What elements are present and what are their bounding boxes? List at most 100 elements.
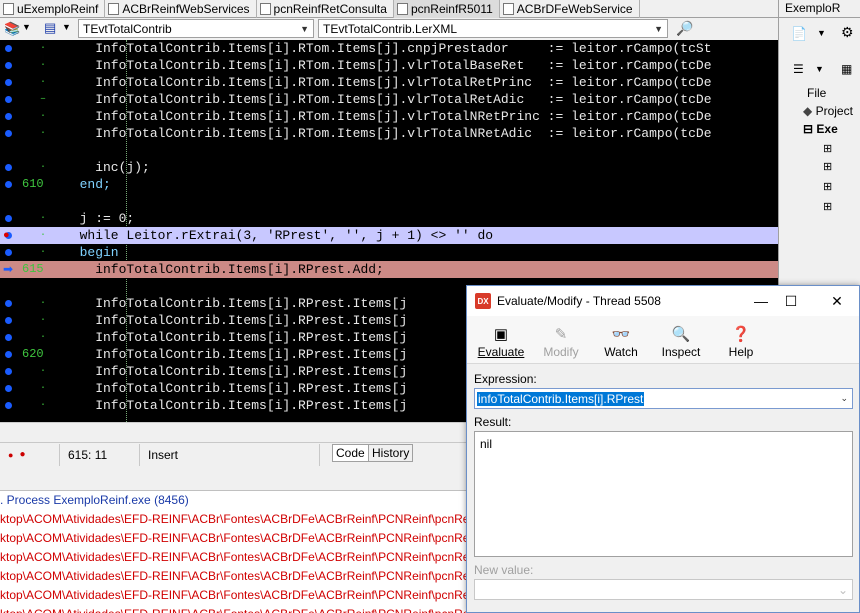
tree-node[interactable]: ⊞ (823, 142, 832, 155)
search-icon[interactable]: 🔎 (676, 20, 694, 38)
message-line[interactable]: ktop\ACOM\Atividades\EFD-REINF\ACBr\Font… (0, 510, 468, 529)
tab-acbrdfewebservice[interactable]: ACBrDFeWebService (500, 0, 640, 18)
line-marker-dot[interactable] (5, 334, 12, 341)
code-text: InfoTotalContrib.Items[i].RTom.Items[j].… (64, 58, 712, 73)
code-line[interactable]: · inc(j); (0, 159, 778, 176)
code-line[interactable]: 615 infoTotalContrib.Items[i].RPrest.Add… (0, 261, 778, 278)
tab-pcnreinfr5011[interactable]: pcnReinfR5011 (393, 0, 500, 18)
dialog-titlebar[interactable]: DX Evaluate/Modify - Thread 5508 — ☐ ✕ (467, 286, 859, 316)
modify-button[interactable]: ✎ Modify (531, 318, 591, 362)
tree-item-exe[interactable]: ⊟ Exe (803, 122, 838, 136)
code-line[interactable]: · j := 0; (0, 210, 778, 227)
code-line[interactable]: · while Leitor.rExtrai(3, 'RPrest', '', … (0, 227, 778, 244)
code-line[interactable] (0, 193, 778, 210)
code-text: InfoTotalContrib.Items[i].RTom.Items[j].… (64, 41, 712, 56)
tab-history[interactable]: History (368, 444, 414, 462)
code-line[interactable]: · InfoTotalContrib.Items[i].RTom.Items[j… (0, 125, 778, 142)
tab-uexemploreinf[interactable]: uExemploReinf (0, 0, 106, 18)
line-marker-dot[interactable] (5, 317, 12, 324)
tab-acbrreinfwebservices[interactable]: ACBrReinfWebServices (105, 0, 257, 18)
code-text: InfoTotalContrib.Items[i].RTom.Items[j].… (64, 75, 712, 90)
magnifier-icon: 🔍 (671, 325, 691, 343)
breakpoint-icon[interactable]: ● (3, 229, 10, 241)
line-marker-dot[interactable] (5, 402, 12, 409)
line-marker-dot[interactable] (5, 249, 12, 256)
line-marker-dot[interactable] (5, 368, 12, 375)
chevron-down-icon[interactable]: ⌄ (840, 393, 848, 404)
message-line[interactable]: ktop\ACOM\Atividades\EFD-REINF\ACBr\Font… (0, 586, 468, 605)
tree-item-project[interactable]: ◆ Project (803, 104, 853, 118)
chevron-down-icon: ⌄ (837, 582, 848, 597)
code-line[interactable]: · InfoTotalContrib.Items[i].RTom.Items[j… (0, 40, 778, 57)
line-marker-dot[interactable] (5, 45, 12, 52)
tree-node[interactable]: ⊞ (823, 180, 832, 193)
line-marker-dot[interactable] (5, 351, 12, 358)
line-marker-dot[interactable] (5, 181, 12, 188)
file-label: File (807, 86, 827, 100)
line-gutter-mark: – (40, 94, 47, 105)
help-button[interactable]: ❓ Help (711, 318, 771, 362)
new-file-icon[interactable]: 📄 (791, 26, 807, 42)
tree-node[interactable]: ⊞ (823, 200, 832, 213)
code-line[interactable] (0, 142, 778, 159)
chevron-down-icon[interactable]: ▼ (817, 28, 826, 38)
code-line[interactable]: – InfoTotalContrib.Items[i].RTom.Items[j… (0, 91, 778, 108)
tree-node[interactable]: ⊞ (823, 160, 832, 173)
unit-file-icon (396, 3, 408, 15)
code-line[interactable]: · InfoTotalContrib.Items[i].RTom.Items[j… (0, 57, 778, 74)
message-line[interactable]: . Process ExemploReinf.exe (8456) (0, 491, 468, 510)
stop-icon[interactable]: ● (8, 450, 13, 460)
line-gutter-mark: · (40, 315, 47, 326)
result-label: Result: (474, 415, 512, 429)
list-icon[interactable]: ☰ (793, 62, 804, 76)
books-icon[interactable]: 📚 (4, 21, 20, 37)
line-marker-dot[interactable] (5, 215, 12, 222)
chevron-down-icon[interactable]: ▼ (62, 22, 71, 32)
line-marker-dot[interactable] (5, 385, 12, 392)
code-line[interactable]: · InfoTotalContrib.Items[i].RTom.Items[j… (0, 108, 778, 125)
execution-point-icon: ➡ (3, 262, 14, 276)
watch-glasses-icon: 👓 (611, 325, 631, 343)
code-line[interactable]: 610 end; (0, 176, 778, 193)
code-text: end; (64, 177, 111, 192)
message-line[interactable]: ktop\ACOM\Atividades\EFD-REINF\ACBr\Font… (0, 548, 468, 567)
line-marker-dot[interactable] (5, 62, 12, 69)
result-field[interactable]: nil (474, 431, 853, 557)
line-gutter-mark: · (40, 213, 47, 224)
class-combo[interactable]: TEvtTotalContrib ▼ (78, 19, 314, 38)
method-combo[interactable]: TEvtTotalContrib.LerXML ▼ (318, 19, 668, 38)
expression-input[interactable]: infoTotalContrib.Items[i].RPrest ⌄ (474, 388, 853, 409)
line-marker-dot[interactable] (5, 164, 12, 171)
line-marker-dot[interactable] (5, 96, 12, 103)
code-text: InfoTotalContrib.Items[i].RTom.Items[j].… (64, 92, 712, 107)
evaluate-button[interactable]: ▣ Evaluate (471, 318, 531, 362)
message-line[interactable]: ktop\ACOM\Atividades\EFD-REINF\ACBr\Font… (0, 567, 468, 586)
inspect-button[interactable]: 🔍 Inspect (651, 318, 711, 362)
tab-project-exemplo[interactable]: ExemploR (779, 0, 860, 18)
tab-code[interactable]: Code (332, 444, 369, 462)
gear-icon[interactable]: ⚙ (841, 24, 854, 41)
line-marker-dot[interactable] (5, 79, 12, 86)
maximize-icon[interactable]: ☐ (771, 286, 811, 316)
line-marker-dot[interactable] (5, 130, 12, 137)
message-line[interactable]: ktop\ACOM\Atividades\EFD-REINF\ACBr\Font… (0, 529, 468, 548)
line-gutter-mark: · (40, 247, 47, 258)
close-icon[interactable]: ✕ (817, 286, 857, 316)
message-line[interactable]: ktop\ACOM\Atividades\EFD-REINF\ACBr\Font… (0, 605, 468, 613)
code-line[interactable]: · begin (0, 244, 778, 261)
line-marker-dot[interactable] (5, 113, 12, 120)
tab-pcnreinfretconsulta[interactable]: pcnReinfRetConsulta (257, 0, 394, 18)
code-line[interactable]: · InfoTotalContrib.Items[i].RTom.Items[j… (0, 74, 778, 91)
grid-icon[interactable]: ▦ (841, 62, 852, 76)
expression-label: Expression: (474, 372, 537, 386)
watch-button[interactable]: 👓 Watch (591, 318, 651, 362)
line-gutter-mark: · (40, 43, 47, 54)
line-gutter-mark: · (40, 77, 47, 88)
new-value-input[interactable]: ⌄ (474, 579, 853, 600)
line-gutter-mark: · (40, 332, 47, 343)
chevron-down-icon[interactable]: ▼ (815, 64, 824, 74)
record-icon[interactable]: ● (19, 449, 25, 460)
structure-icon[interactable]: ▤ (44, 20, 56, 36)
line-marker-dot[interactable] (5, 300, 12, 307)
chevron-down-icon[interactable]: ▼ (22, 22, 31, 32)
